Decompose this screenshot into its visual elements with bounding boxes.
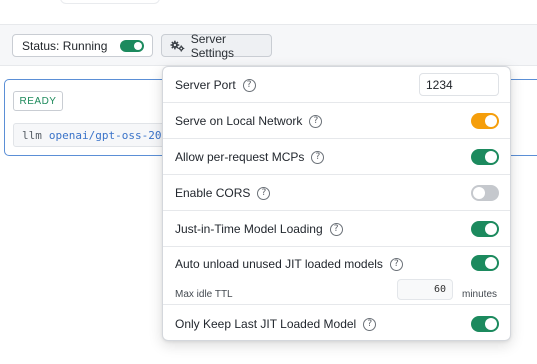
ready-badge: READY [13,91,63,111]
help-icon[interactable]: ? [309,114,323,128]
ttl-unit-label: minutes [462,289,498,300]
server-port-input[interactable] [419,73,499,96]
setting-label-jit-loading: Just-in-Time Model Loading [175,222,323,236]
keep-last-toggle[interactable] [471,316,499,332]
setting-row-enable-cors: Enable CORS ? [163,175,510,211]
max-idle-ttl-input[interactable] [397,279,453,300]
setting-label-auto-unload: Auto unload unused JIT loaded models [175,257,383,271]
setting-row-serve-local: Serve on Local Network ? [163,103,510,139]
gears-icon [170,40,185,52]
setting-row-keep-last: Only Keep Last JIT Loaded Model ? [163,305,510,340]
serve-local-toggle[interactable] [471,113,499,129]
help-icon[interactable]: ? [257,186,271,200]
setting-label-per-request-mcps: Allow per-request MCPs [175,150,305,164]
setting-label-wrap: Serve on Local Network ? [175,114,323,128]
setting-label-serve-local: Serve on Local Network [175,114,303,128]
setting-label-wrap: Allow per-request MCPs ? [175,150,325,164]
jit-loading-toggle[interactable] [471,221,499,237]
max-idle-ttl-label: Max idle TTL [175,289,233,300]
server-settings-label: Server Settings [190,31,235,60]
setting-row-server-port: Server Port ? [163,67,510,103]
help-icon[interactable]: ? [389,257,403,271]
setting-label-enable-cors: Enable CORS [175,186,251,200]
setting-label-wrap: Just-in-Time Model Loading ? [175,222,343,236]
command-prefix: llm [22,128,42,142]
setting-label-keep-last: Only Keep Last JIT Loaded Model [175,317,357,331]
enable-cors-toggle[interactable] [471,185,499,201]
setting-row-auto-unload: Auto unload unused JIT loaded models ? M… [163,247,510,305]
server-settings-panel: Server Port ? Serve on Local Network ? A… [162,66,511,341]
help-icon[interactable]: ? [363,317,377,331]
top-strip [0,0,537,24]
auto-unload-toggle[interactable] [471,255,499,271]
status-toggle-button[interactable]: Status: Running [12,34,153,57]
setting-label-wrap: Auto unload unused JIT loaded models ? [175,257,403,271]
setting-label-server-port: Server Port [175,78,236,92]
setting-label-wrap: Server Port ? [175,78,256,92]
setting-row-jit-loading: Just-in-Time Model Loading ? [163,211,510,247]
status-label: Status: Running [22,38,108,53]
server-settings-button[interactable]: Server Settings [161,31,272,60]
setting-label-wrap: Enable CORS ? [175,186,271,200]
command-model: openai/gpt-oss-20 [48,128,162,142]
per-request-mcps-toggle[interactable] [471,149,499,165]
setting-row-per-request-mcps: Allow per-request MCPs ? [163,139,510,175]
help-icon[interactable]: ? [242,78,256,92]
status-toggle-switch[interactable] [120,40,144,52]
setting-label-wrap: Only Keep Last JIT Loaded Model ? [175,317,377,331]
help-icon[interactable]: ? [311,150,325,164]
help-icon[interactable]: ? [329,222,343,236]
top-tab-stub [60,0,160,4]
server-toolbar: Status: Running Server Settings [0,24,537,66]
